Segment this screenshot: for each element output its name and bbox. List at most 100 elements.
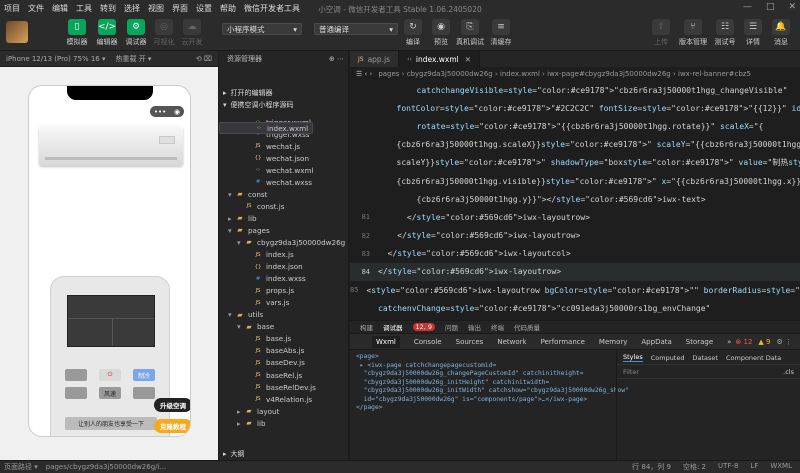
wxml-tree[interactable]: <page> ▸ <iwx-page catchchangepagecustom… bbox=[350, 351, 629, 415]
settings-gear-icon[interactable]: ⚙ ⋮ bbox=[776, 338, 792, 346]
devtools-subtab[interactable]: AppData bbox=[641, 338, 671, 346]
project-avatar[interactable] bbox=[6, 21, 28, 43]
file-item[interactable]: JS baseDev.js bbox=[219, 357, 349, 369]
devtools-subtab[interactable]: Wxml bbox=[372, 335, 400, 348]
page-path-label[interactable]: 页面路径 ▾ bbox=[0, 462, 38, 472]
status-item[interactable]: WXML bbox=[770, 462, 792, 472]
folder-item[interactable]: ▸ ▰ lib bbox=[219, 212, 349, 224]
styles-tab[interactable]: Computed bbox=[651, 354, 685, 362]
toolbar-detail-button[interactable]: ☰ 详情 bbox=[738, 19, 768, 47]
styles-filter[interactable]: Filter .cls bbox=[617, 365, 800, 379]
maximize-button[interactable]: □ bbox=[766, 2, 775, 12]
menu-item[interactable]: 项目 bbox=[0, 3, 24, 14]
remote-button[interactable]: ⏻ bbox=[99, 369, 121, 381]
file-item[interactable]: {} index.json bbox=[219, 261, 349, 273]
tab-app-js[interactable]: JS app.js bbox=[350, 51, 400, 67]
close-circle-icon[interactable]: ◉ bbox=[174, 108, 180, 116]
remote-button[interactable] bbox=[65, 387, 87, 399]
status-item[interactable]: LF bbox=[750, 462, 758, 472]
menu-item[interactable]: 文件 bbox=[24, 3, 48, 14]
folder-item[interactable]: ▾ ▰ base bbox=[219, 321, 349, 333]
file-item[interactable]: JS index.js bbox=[219, 249, 349, 261]
mini-program-capsule[interactable]: ••• ◉ bbox=[150, 106, 184, 117]
toolbar-debug-button[interactable]: ⚙ 调试器 bbox=[121, 19, 151, 47]
outline-section[interactable]: ▸ 大纲 bbox=[219, 448, 245, 460]
file-item[interactable]: JS wechat.js bbox=[219, 140, 349, 152]
toolbar-preview-button[interactable]: ◉ 预览 bbox=[426, 19, 456, 47]
explorer-actions-icon[interactable]: ⊕ ⋯ bbox=[329, 55, 344, 63]
toolbar-upload-button[interactable]: ⇪ 上传 bbox=[646, 19, 676, 47]
folder-item[interactable]: ▸ ▰ lib bbox=[219, 417, 349, 429]
toolbar-version-button[interactable]: ⑂ 版本管理 bbox=[678, 19, 708, 47]
file-item[interactable]: {} wechat.json bbox=[219, 152, 349, 164]
nav-arrows[interactable]: ☰ ‹ › bbox=[356, 70, 372, 78]
file-item[interactable]: # index.wxss bbox=[219, 273, 349, 285]
file-item[interactable]: JS const.js bbox=[219, 200, 349, 212]
remote-button[interactable]: 制冷 bbox=[133, 369, 155, 381]
file-item[interactable]: ‹› wechat.wxml bbox=[219, 164, 349, 176]
styles-tab[interactable]: Dataset bbox=[693, 354, 718, 362]
remote-button[interactable] bbox=[133, 387, 155, 399]
debug-error-badge[interactable]: 12, 9 bbox=[412, 323, 436, 331]
status-item[interactable]: 空格: 2 bbox=[683, 462, 706, 472]
remote-button[interactable]: 风速 bbox=[99, 387, 121, 399]
tutorial-button[interactable]: 克隆教程 bbox=[154, 419, 190, 433]
share-button[interactable]: 让别人的朋友也享受一下 bbox=[65, 417, 157, 430]
menu-item[interactable]: 视图 bbox=[144, 3, 168, 14]
devtools-subtab[interactable]: Console bbox=[414, 338, 442, 346]
menu-item[interactable]: 界面 bbox=[168, 3, 192, 14]
remote-button[interactable] bbox=[65, 369, 87, 381]
styles-tab[interactable]: Styles bbox=[623, 353, 643, 362]
toolbar-eye-button[interactable]: ◎ 可视化 bbox=[149, 19, 179, 47]
file-item[interactable]: JS baseAbs.js bbox=[219, 345, 349, 357]
devtools-subtab[interactable]: Storage bbox=[686, 338, 713, 346]
toolbar-code-button[interactable]: </> 编辑器 bbox=[92, 19, 122, 47]
tab-close-icon[interactable]: ✕ bbox=[465, 55, 471, 64]
upgrade-button[interactable]: 升级空调 bbox=[154, 398, 190, 412]
debug-tab[interactable]: 问题 bbox=[445, 322, 458, 332]
devtools-subtab[interactable]: Network bbox=[497, 338, 526, 346]
folder-item[interactable]: ▾ ▰ cbygz9da3j50000dw26g bbox=[219, 236, 349, 248]
menu-item[interactable]: 选择 bbox=[120, 3, 144, 14]
menu-item[interactable]: 编辑 bbox=[48, 3, 72, 14]
folder-item[interactable]: ▾ ▰ pages bbox=[219, 224, 349, 236]
project-section[interactable]: ▾ 便携空调小程序源码 bbox=[219, 99, 348, 111]
status-item[interactable]: UTF-8 bbox=[718, 462, 738, 472]
debug-tab[interactable]: 构建 bbox=[360, 322, 373, 332]
compile-select[interactable]: 普通编译 ▾ bbox=[314, 23, 398, 35]
toolbar-phone-button[interactable]: ▯ 模拟器 bbox=[62, 19, 92, 47]
styles-tab[interactable]: Component Data bbox=[726, 354, 781, 362]
toolbar-bell-button[interactable]: 🔔 消息 bbox=[766, 19, 796, 47]
folder-item[interactable]: ▾ ▰ const bbox=[219, 188, 349, 200]
devtools-subtab[interactable]: Performance bbox=[541, 338, 585, 346]
file-item[interactable]: JS base.js bbox=[219, 333, 349, 345]
debug-tab[interactable]: 终端 bbox=[491, 322, 504, 332]
devtools-subtab[interactable]: Sources bbox=[456, 338, 484, 346]
file-item[interactable]: JS baseRelDev.js bbox=[219, 381, 349, 393]
menu-item[interactable]: 设置 bbox=[192, 3, 216, 14]
file-item[interactable]: JS props.js bbox=[219, 285, 349, 297]
rotate-icon[interactable]: ⟲ ⌧ bbox=[196, 55, 212, 63]
error-badges[interactable]: ⊗ 12 ▲ 9 ⚙ ⋮ bbox=[735, 338, 792, 346]
more-icon[interactable]: ••• bbox=[154, 108, 166, 116]
code-area[interactable]: catchchangeVisible=style="color:#ce9178"… bbox=[350, 81, 800, 320]
debug-tab[interactable]: 调试器 bbox=[383, 322, 403, 332]
file-item[interactable]: # wechat.wxss bbox=[219, 176, 349, 188]
menu-item[interactable]: 帮助 bbox=[216, 3, 240, 14]
hotreload-toggle[interactable]: 热重载 开 ▾ bbox=[115, 54, 151, 64]
open-editors-section[interactable]: ▸ 打开的编辑器 bbox=[219, 87, 348, 99]
menu-item[interactable]: 工具 bbox=[72, 3, 96, 14]
toolbar-device-button[interactable]: ⎘ 真机调试 bbox=[455, 19, 485, 47]
mode-select[interactable]: 小程序模式 ▾ bbox=[222, 23, 302, 35]
devtools-subtab[interactable]: Memory bbox=[599, 338, 627, 346]
menu-item[interactable]: 微信开发者工具 bbox=[240, 3, 304, 14]
toolbar-layers-button[interactable]: ≡ 清缓存 bbox=[486, 19, 516, 47]
folder-item[interactable]: ▾ ▰ utils bbox=[219, 309, 349, 321]
file-item[interactable]: ‹› index.wxml bbox=[219, 122, 314, 135]
devtools-subtab[interactable]: » bbox=[727, 338, 731, 346]
close-button[interactable]: ✕ bbox=[788, 2, 796, 12]
tab-index-wxml[interactable]: ‹› index.wxml ✕ bbox=[399, 51, 481, 67]
toolbar-cloud-button[interactable]: ☁ 云开发 bbox=[177, 19, 207, 47]
device-select[interactable]: iPhone 12/13 (Pro) 75% 16 ▾ bbox=[6, 55, 105, 63]
file-item[interactable]: JS baseRel.js bbox=[219, 369, 349, 381]
